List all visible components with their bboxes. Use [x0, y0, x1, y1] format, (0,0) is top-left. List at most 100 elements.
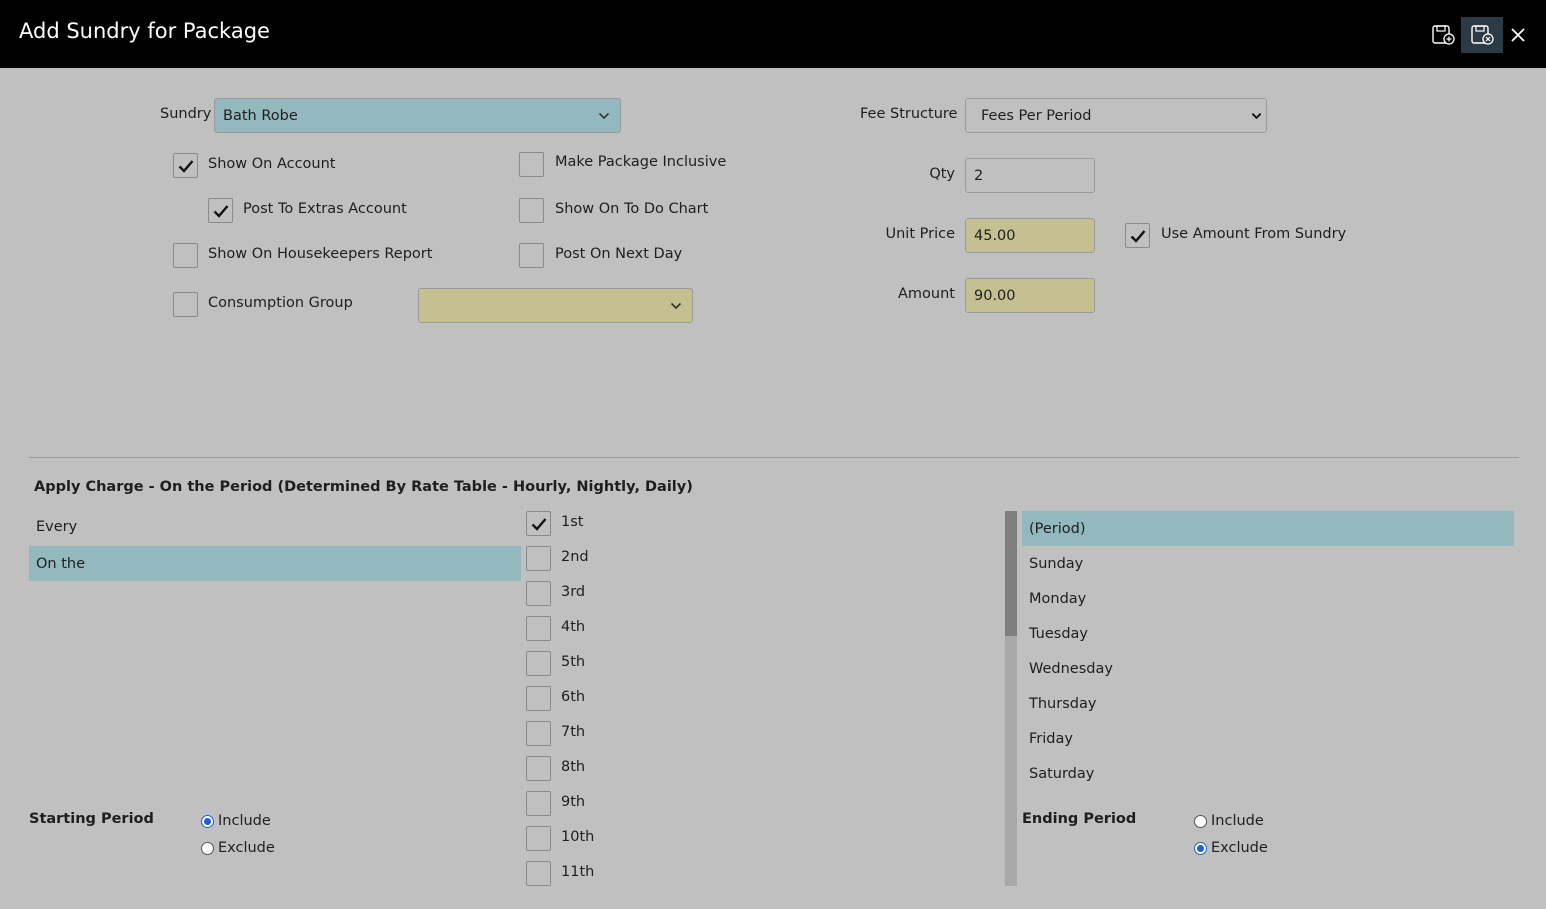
day-item-label: Monday — [1029, 590, 1087, 607]
make-package-inclusive-label: Make Package Inclusive — [555, 154, 727, 170]
starting-period-exclude-label: Exclude — [218, 840, 275, 856]
starting-period-include-radio[interactable] — [201, 815, 214, 828]
post-to-extras-label: Post To Extras Account — [243, 201, 407, 217]
save-new-icon — [1432, 25, 1455, 45]
consumption-group-select[interactable] — [418, 288, 693, 323]
amount-label: Amount — [898, 286, 955, 302]
check-icon — [1130, 229, 1145, 243]
occurrence-label: 7th — [561, 724, 586, 740]
occurrence-checkbox-7th[interactable] — [526, 721, 551, 746]
chevron-down-icon — [670, 302, 682, 309]
mode-item-on-the[interactable]: On the — [29, 546, 521, 581]
occurrence-label: 2nd — [561, 549, 589, 565]
starting-period-label: Starting Period — [29, 811, 154, 827]
save-close-button[interactable] — [1461, 17, 1503, 53]
amount-value: 90.00 — [974, 287, 1016, 304]
show-on-account-label: Show On Account — [208, 156, 336, 172]
day-item-thursday[interactable]: Thursday — [1022, 686, 1514, 721]
occurrence-checkbox-8th[interactable] — [526, 756, 551, 781]
use-amount-from-sundry-label: Use Amount From Sundry — [1161, 226, 1347, 242]
mode-item-every[interactable]: Every — [29, 509, 521, 544]
close-icon — [1511, 28, 1525, 42]
occurrence-label: 4th — [561, 619, 586, 635]
occurrence-label: 9th — [561, 794, 586, 810]
section-divider — [29, 457, 1519, 458]
fee-structure-select[interactable]: Fees Per Period — [965, 98, 1267, 133]
occurrence-label: 1st — [561, 514, 584, 530]
occurrence-checkbox-4th[interactable] — [526, 616, 551, 641]
day-item-label: (Period) — [1029, 520, 1086, 537]
occurrence-checkbox-1st[interactable] — [526, 511, 551, 536]
ending-period-include-label: Include — [1211, 813, 1264, 829]
occurrence-label: 3rd — [561, 584, 586, 600]
check-icon — [178, 159, 193, 173]
consumption-group-checkbox[interactable] — [173, 292, 198, 317]
check-icon — [531, 517, 546, 531]
save-new-button[interactable] — [1422, 17, 1464, 53]
starting-period-include-label: Include — [218, 813, 271, 829]
ending-period-include-radio[interactable] — [1194, 815, 1207, 828]
occurrence-label: 6th — [561, 689, 586, 705]
ending-period-label: Ending Period — [1022, 811, 1137, 827]
day-item-label: Tuesday — [1029, 625, 1088, 642]
consumption-group-label: Consumption Group — [208, 295, 353, 311]
starting-period-exclude-radio[interactable] — [201, 842, 214, 855]
day-item-monday[interactable]: Monday — [1022, 581, 1514, 616]
ending-period-exclude-label: Exclude — [1211, 840, 1268, 856]
occurrence-checkbox-5th[interactable] — [526, 651, 551, 676]
show-on-todo-label: Show On To Do Chart — [555, 201, 709, 217]
sundry-label: Sundry — [160, 106, 212, 122]
day-item-saturday[interactable]: Saturday — [1022, 756, 1514, 791]
show-on-account-checkbox[interactable] — [173, 153, 198, 178]
unit-price-value: 45.00 — [974, 227, 1016, 244]
day-item-wednesday[interactable]: Wednesday — [1022, 651, 1514, 686]
unit-price-input[interactable]: 45.00 — [965, 218, 1095, 253]
occurrence-label: 11th — [561, 864, 595, 880]
unit-price-label: Unit Price — [885, 226, 956, 242]
ending-period-exclude-radio[interactable] — [1194, 842, 1207, 855]
occurrence-checkbox-2nd[interactable] — [526, 546, 551, 571]
qty-value: 2 — [974, 167, 984, 184]
amount-input[interactable]: 90.00 — [965, 278, 1095, 313]
occurrence-label: 10th — [561, 829, 595, 845]
day-item-period[interactable]: (Period) — [1022, 511, 1514, 546]
day-list-scroll-thumb[interactable] — [1005, 511, 1017, 636]
day-item-tuesday[interactable]: Tuesday — [1022, 616, 1514, 651]
title-bar: Add Sundry for Package — [0, 0, 1546, 68]
chevron-down-icon — [1251, 112, 1262, 119]
close-button[interactable] — [1498, 17, 1538, 53]
occurrence-label: 5th — [561, 654, 586, 670]
occurrence-checkbox-6th[interactable] — [526, 686, 551, 711]
occurrence-label: 8th — [561, 759, 586, 775]
day-item-label: Sunday — [1029, 555, 1084, 572]
sundry-value: Bath Robe — [223, 107, 298, 124]
occurrence-checkbox-10th[interactable] — [526, 826, 551, 851]
mode-item-label: On the — [36, 555, 86, 572]
qty-input[interactable]: 2 — [965, 158, 1095, 193]
use-amount-from-sundry-checkbox[interactable] — [1125, 223, 1150, 248]
qty-label: Qty — [929, 166, 955, 182]
fee-structure-label: Fee Structure — [860, 106, 958, 122]
day-item-label: Friday — [1029, 730, 1073, 747]
post-to-extras-checkbox[interactable] — [208, 198, 233, 223]
show-on-todo-checkbox[interactable] — [519, 198, 544, 223]
day-item-label: Wednesday — [1029, 660, 1113, 677]
post-on-next-day-checkbox[interactable] — [519, 243, 544, 268]
check-icon — [213, 204, 228, 218]
post-on-next-day-label: Post On Next Day — [555, 246, 683, 262]
day-item-label: Thursday — [1029, 695, 1097, 712]
fee-structure-value: Fees Per Period — [981, 107, 1092, 124]
make-package-inclusive-checkbox[interactable] — [519, 152, 544, 177]
mode-item-label: Every — [36, 518, 78, 535]
occurrence-checkbox-9th[interactable] — [526, 791, 551, 816]
show-on-housekeepers-label: Show On Housekeepers Report — [208, 246, 433, 262]
sundry-select[interactable]: Bath Robe — [214, 98, 621, 133]
day-item-friday[interactable]: Friday — [1022, 721, 1514, 756]
show-on-housekeepers-checkbox[interactable] — [173, 243, 198, 268]
occurrence-checkbox-3rd[interactable] — [526, 581, 551, 606]
apply-charge-title: Apply Charge - On the Period (Determined… — [34, 479, 693, 495]
day-item-sunday[interactable]: Sunday — [1022, 546, 1514, 581]
save-close-icon — [1471, 25, 1494, 45]
window-title: Add Sundry for Package — [19, 19, 270, 43]
occurrence-checkbox-11th[interactable] — [526, 861, 551, 886]
